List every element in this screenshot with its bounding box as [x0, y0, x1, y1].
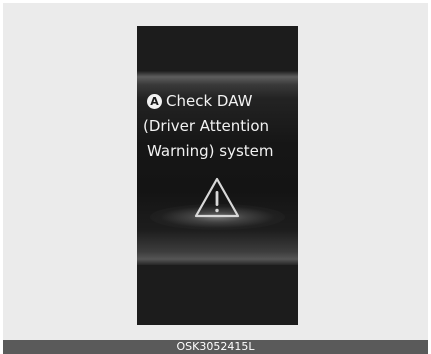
caption-bar: OSK3052415L: [3, 340, 428, 354]
image-code: OSK3052415L: [176, 340, 255, 353]
callout-marker: A: [147, 94, 162, 109]
message-line-1-text: Check DAW: [166, 92, 253, 110]
warning-triangle-icon: [194, 177, 240, 218]
message-line-1: A Check DAW: [137, 89, 298, 114]
warning-message: A Check DAW (Driver Attention Warning) sy…: [137, 89, 298, 164]
message-line-2: (Driver Attention: [143, 117, 270, 135]
cluster-display: A Check DAW (Driver Attention Warning) sy…: [137, 26, 298, 325]
message-line-3: Warning) system: [147, 142, 274, 160]
